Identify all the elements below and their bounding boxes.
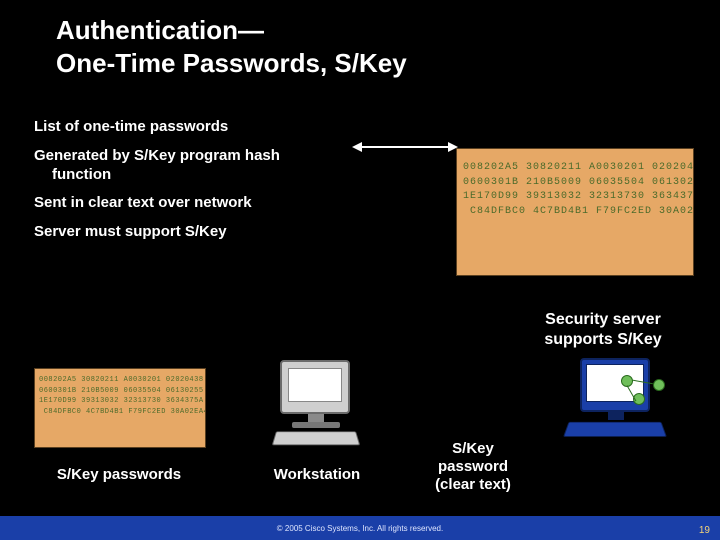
caption-cleartext: S/Key password (clear text): [408, 440, 538, 494]
bullet-2b: function: [34, 166, 424, 185]
bullet-list: List of one-time passwords Generated by …: [34, 118, 424, 242]
corner-decoration: [640, 0, 720, 70]
keyboard-icon: [272, 431, 360, 445]
workstation-icon: [268, 360, 364, 452]
page-number: 19: [699, 525, 710, 536]
node-icon: [621, 375, 633, 387]
server-stand: [608, 412, 624, 420]
hex-card-small: 008202A5 30820211 A0030201 02020438 0600…: [34, 368, 206, 448]
server-base: [563, 422, 667, 437]
caption-passwords: S/Key passwords: [44, 466, 194, 484]
caption-clear-l3: (clear text): [435, 476, 511, 493]
title-block: Authentication— One-Time Passwords, S/Ke…: [0, 0, 720, 98]
node-icon: [633, 393, 645, 405]
security-label-line1: Security server: [545, 311, 661, 328]
server-icon: [560, 358, 670, 452]
node-icon: [653, 379, 665, 391]
copyright-text: © 2005 Cisco Systems, Inc. All rights re…: [277, 524, 443, 533]
bullet-2a: Generated by S/Key program hash: [34, 147, 280, 164]
monitor-base: [292, 422, 340, 428]
caption-workstation: Workstation: [262, 466, 372, 484]
slide: Authentication— One-Time Passwords, S/Ke…: [0, 0, 720, 540]
bullet-1: List of one-time passwords: [34, 118, 424, 137]
security-label-line2: supports S/Key: [544, 331, 661, 348]
slide-title: Authentication— One-Time Passwords, S/Ke…: [56, 14, 600, 79]
bullet-3: Sent in clear text over network: [34, 194, 424, 213]
caption-clear-l1: S/Key: [452, 440, 494, 457]
network-icon: [619, 375, 665, 405]
monitor-stand: [308, 414, 324, 422]
security-server-label: Security server supports S/Key: [508, 310, 698, 350]
monitor-icon: [280, 360, 350, 414]
bullet-4: Server must support S/Key: [34, 223, 424, 242]
bullet-2: Generated by S/Key program hash function: [34, 147, 424, 185]
hex-card-large: 008202A5 30820211 A0030201 02020438 0600…: [456, 148, 694, 276]
footer-bar: © 2005 Cisco Systems, Inc. All rights re…: [0, 516, 720, 540]
server-screen: [586, 364, 644, 402]
caption-clear-l2: password: [438, 458, 508, 475]
title-line-2: One-Time Passwords, S/Key: [56, 48, 407, 78]
arrow-icon: [355, 146, 455, 148]
title-line-1: Authentication—: [56, 15, 264, 45]
title-underline: [56, 85, 600, 88]
